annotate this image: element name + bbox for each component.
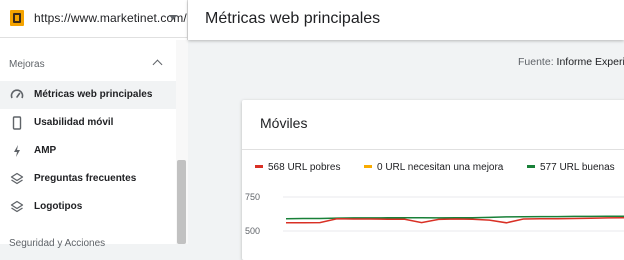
smartphone-icon — [12, 116, 22, 130]
series-line — [286, 216, 624, 224]
site-favicon-icon — [10, 10, 24, 26]
mobile-report-card: Móviles 568 URL pobres 0 URL necesitan u… — [242, 100, 624, 260]
chevron-down-icon[interactable] — [169, 15, 177, 20]
layers-icon — [10, 200, 24, 213]
top-bar: Métricas web principales — [188, 0, 624, 40]
page-title: Métricas web principales — [205, 10, 381, 27]
sidebar-item-label: Usabilidad móvil — [34, 117, 114, 128]
source-info: Fuente: Informe Experi — [518, 56, 624, 68]
property-selector[interactable]: https://www.marketinet.com/ — [0, 0, 188, 38]
y-tick-label: 750 — [245, 192, 260, 202]
group-header-mejoras[interactable]: Mejoras — [0, 57, 176, 75]
sidebar-item-label: Métricas web principales — [34, 89, 153, 100]
source-value: Informe Experi — [556, 56, 624, 68]
sidebar-item-label: Preguntas frecuentes — [34, 173, 137, 184]
group-label: Mejoras — [9, 59, 45, 70]
sidebar-item-metricas-web[interactable]: Métricas web principales — [0, 81, 176, 109]
property-url: https://www.marketinet.com/ — [34, 11, 187, 25]
lightning-icon — [14, 145, 20, 157]
line-chart: 750 500 — [245, 192, 624, 236]
y-tick-label: 500 — [245, 226, 260, 236]
sidebar-item-label: Logotipos — [34, 201, 83, 212]
sidebar-item-label: AMP — [34, 145, 57, 156]
source-label: Fuente: — [518, 56, 554, 68]
sidebar-scrollbar-thumb[interactable] — [177, 160, 186, 244]
sidebar-item-preguntas-frecuentes[interactable]: Preguntas frecuentes — [0, 165, 176, 193]
chevron-up-icon — [152, 59, 163, 70]
sidebar-item-usabilidad-movil[interactable]: Usabilidad móvil — [0, 109, 176, 137]
sidebar: https://www.marketinet.com/ Mejoras Métr… — [0, 0, 188, 249]
sidebar-item-logotipos[interactable]: Logotipos — [0, 193, 176, 221]
sidebar-item-amp[interactable]: AMP — [0, 137, 176, 165]
layers-icon — [10, 172, 24, 185]
gauge-icon — [10, 89, 24, 99]
